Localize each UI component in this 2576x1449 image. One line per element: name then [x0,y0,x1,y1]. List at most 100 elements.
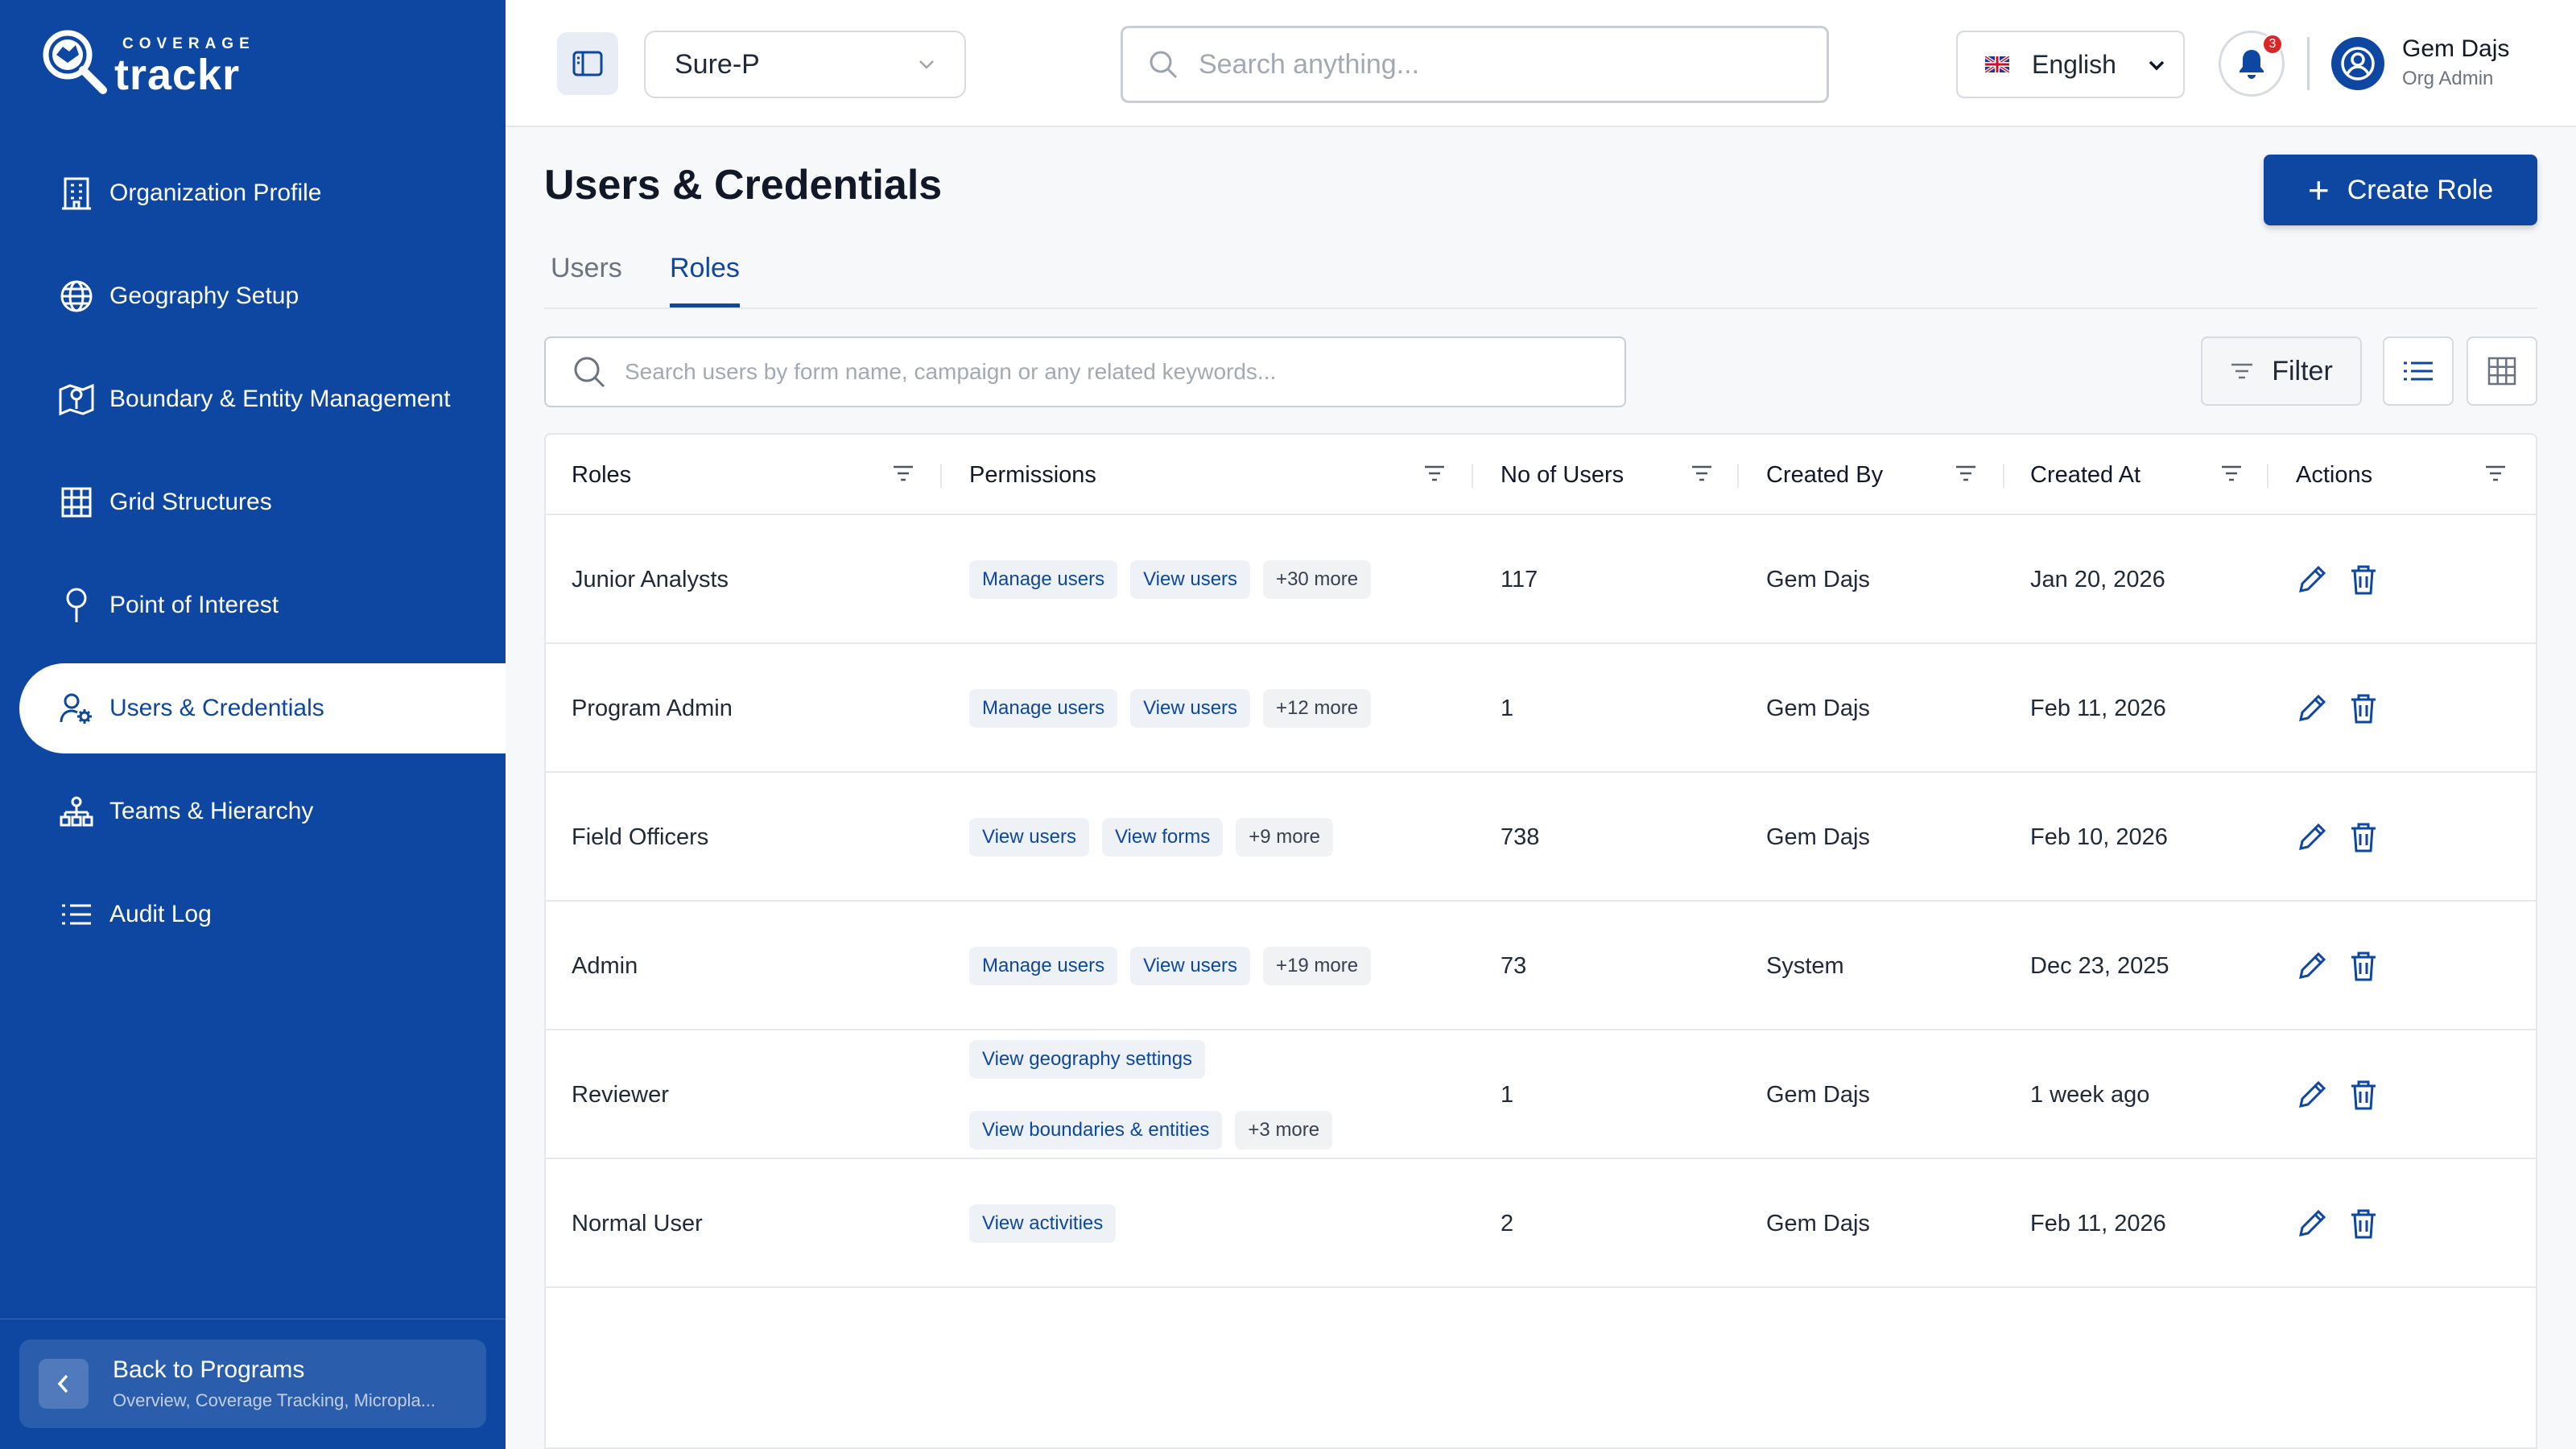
chevron-down-icon [919,60,934,69]
user-count: 117 [1501,566,1538,592]
role-name: Normal User [572,1210,703,1236]
back-to-programs-button[interactable]: Back to Programs Overview, Coverage Trac… [19,1340,486,1428]
sidebar-item-label: Organization Profile [109,180,322,206]
table-row[interactable]: Reviewer View geography settings View bo… [546,1030,2536,1159]
permission-chips: Manage users View users +12 more [969,644,1468,773]
permission-chip: Manage users [969,689,1118,728]
column-header-permissions[interactable]: Permissions [969,435,1096,515]
sidebar-item-teams-hierarchy[interactable]: Teams & Hierarchy [0,766,506,857]
search-icon [1150,51,1178,79]
column-filter-icon[interactable] [2220,462,2243,485]
sidebar-toggle-button[interactable] [557,32,618,95]
column-header-created-at[interactable]: Created At [2030,435,2140,515]
trash-icon[interactable] [2349,821,2378,853]
map-pin-icon [58,381,95,418]
edit-pencil-icon[interactable] [2296,1208,2328,1240]
more-permissions-chip[interactable]: +12 more [1263,689,1372,728]
edit-pencil-icon[interactable] [2296,1079,2328,1111]
permission-chip: View geography settings [969,1040,1206,1079]
table-row[interactable]: Admin Manage users View users +19 more 7… [546,902,2536,1030]
create-role-button[interactable]: + Create Role [2264,155,2537,225]
permission-chip: View users [1130,689,1251,728]
created-at: Feb 11, 2026 [2030,1210,2166,1236]
hierarchy-icon [58,793,95,830]
table-row[interactable]: Junior Analysts Manage users View users … [546,515,2536,644]
brand-logo[interactable]: COVERAGE trackr [39,26,250,100]
chevron-down-icon [2149,60,2165,71]
permission-chip: View activities [969,1204,1117,1243]
more-permissions-chip[interactable]: +3 more [1235,1111,1333,1150]
table-row[interactable]: Field Officers View users View forms +9 … [546,773,2536,902]
create-role-label: Create Role [2347,174,2494,205]
permission-chip: View users [969,818,1089,857]
sidebar-item-label: Teams & Hierarchy [109,798,314,824]
tab-roles[interactable]: Roles [670,253,740,308]
brand-small-text: COVERAGE [122,35,255,52]
search-icon [574,357,605,388]
global-search[interactable] [1121,26,1829,103]
created-by: System [1766,952,1844,979]
more-permissions-chip[interactable]: +19 more [1263,947,1372,985]
sidebar-item-boundary-entity-management[interactable]: Boundary & Entity Management [0,354,506,444]
column-filter-icon[interactable] [1690,462,1713,485]
table-row[interactable]: Program Admin Manage users View users +1… [546,644,2536,773]
sidebar-item-geography-setup[interactable]: Geography Setup [0,251,506,341]
more-permissions-chip[interactable]: +30 more [1263,560,1372,599]
sidebar-item-users-credentials[interactable]: Users & Credentials [19,663,506,753]
column-header-no-of-users[interactable]: No of Users [1501,435,1624,515]
column-filter-icon[interactable] [1955,462,1977,485]
edit-pencil-icon[interactable] [2296,821,2328,853]
column-header-roles[interactable]: Roles [572,435,631,515]
sidebar-item-audit-log[interactable]: Audit Log [0,869,506,960]
sidebar-item-point-of-interest[interactable]: Point of Interest [0,560,506,650]
table-header: Roles Permissions No of Users Created By… [546,435,2536,515]
brand-name: trackr [114,51,241,99]
roles-search[interactable] [544,336,1626,407]
trash-icon[interactable] [2349,1079,2378,1111]
created-by: Gem Dajs [1766,824,1870,850]
global-search-input[interactable] [1199,48,1810,80]
user-gear-icon [58,690,95,727]
column-filter-icon[interactable] [2484,462,2507,485]
filter-button[interactable]: Filter [2201,336,2362,406]
trash-icon[interactable] [2349,692,2378,724]
column-separator [2267,464,2268,488]
filter-lines-icon [2231,363,2253,379]
column-header-created-by[interactable]: Created By [1766,435,1883,515]
more-permissions-chip[interactable]: +9 more [1236,818,1333,857]
permission-chip: Manage users [969,560,1118,599]
role-name: Admin [572,952,638,979]
edit-pencil-icon[interactable] [2296,692,2328,724]
avatar[interactable] [2331,37,2384,90]
page-title: Users & Credentials [544,162,943,208]
column-filter-icon[interactable] [1423,462,1446,485]
list-view-button[interactable] [2383,336,2454,406]
sidebar-item-label: Audit Log [109,901,212,927]
grid-view-button[interactable] [2467,336,2537,406]
trash-icon[interactable] [2349,1208,2378,1240]
sidebar: COVERAGE trackr Organization Profile Geo… [0,0,506,1449]
trash-icon[interactable] [2349,950,2378,982]
sidebar-item-grid-structures[interactable]: Grid Structures [0,457,506,547]
roles-search-input[interactable] [625,359,1591,385]
permission-chips: View activities [969,1159,1468,1288]
back-title: Back to Programs [113,1356,305,1383]
table-row[interactable]: Normal User View activities 2 Gem Dajs F… [546,1159,2536,1288]
edit-pencil-icon[interactable] [2296,564,2328,596]
permission-chip: View users [1130,560,1251,599]
column-filter-icon[interactable] [892,462,914,485]
sidebar-item-organization-profile[interactable]: Organization Profile [0,148,506,238]
edit-pencil-icon[interactable] [2296,950,2328,982]
notification-count-badge: 3 [2262,34,2283,55]
language-select[interactable]: English [1956,31,2185,98]
permission-chips: View geography settings View boundaries … [969,1030,1468,1159]
role-name: Reviewer [572,1081,669,1108]
tab-users[interactable]: Users [551,253,622,303]
location-pin-icon [58,587,95,624]
trash-icon[interactable] [2349,564,2378,596]
user-name: Gem Dajs [2402,35,2510,62]
sidebar-item-label: Point of Interest [109,592,279,618]
program-select[interactable]: Sure-P [644,31,966,98]
roles-table: Roles Permissions No of Users Created By… [544,433,2537,1449]
sidebar-item-label: Users & Credentials [109,695,324,721]
